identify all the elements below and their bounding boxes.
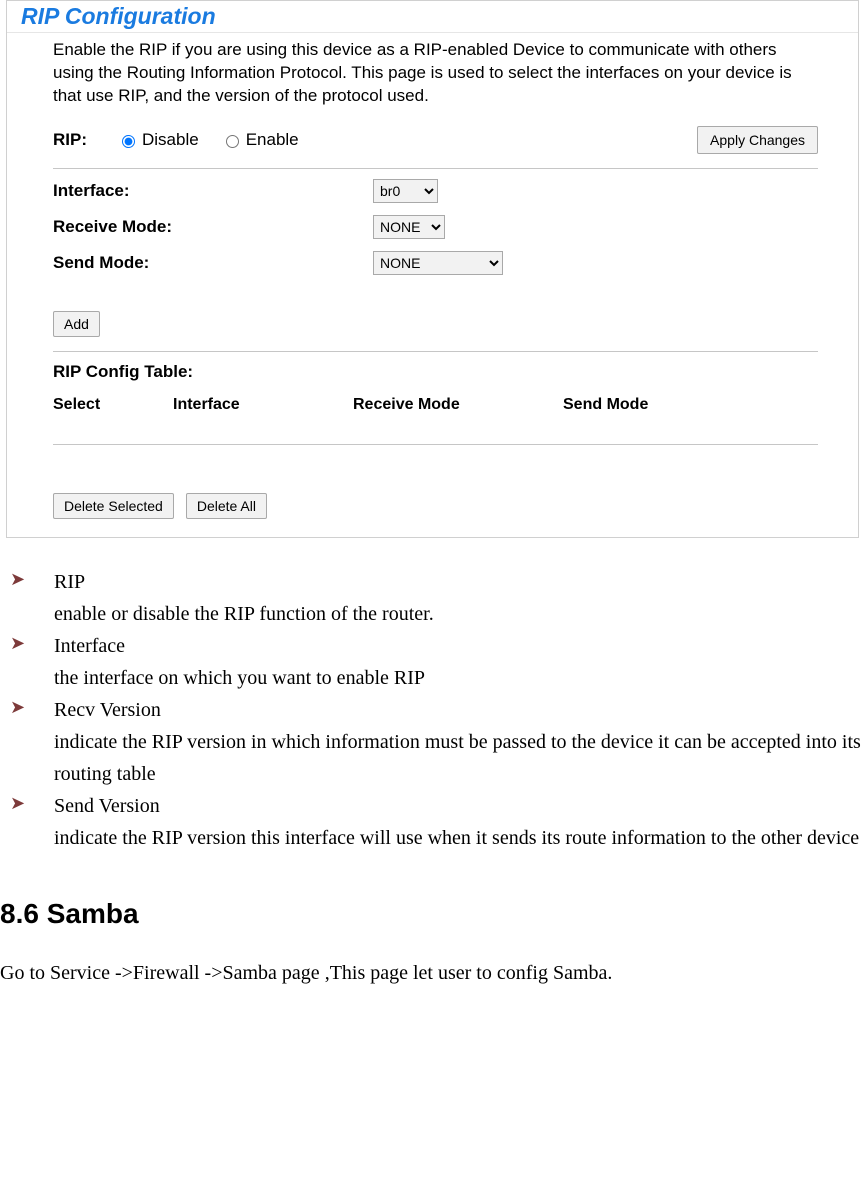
- bullet-title: Send Version: [54, 790, 861, 822]
- panel-intro-text: Enable the RIP if you are using this dev…: [53, 39, 818, 108]
- rip-disable-radio[interactable]: [122, 135, 135, 148]
- apply-changes-button[interactable]: Apply Changes: [697, 126, 818, 154]
- list-item: ➤ RIP enable or disable the RIP function…: [0, 566, 865, 630]
- rip-label: RIP:: [53, 130, 109, 150]
- receive-mode-row: Receive Mode: NONE: [53, 215, 818, 239]
- config-table-header: Select Interface Receive Mode Send Mode: [53, 396, 818, 414]
- add-button[interactable]: Add: [53, 311, 100, 337]
- interface-row: Interface: br0: [53, 179, 818, 203]
- col-interface: Interface: [173, 396, 353, 414]
- interface-select[interactable]: br0: [373, 179, 438, 203]
- divider: [53, 444, 818, 445]
- divider: [53, 351, 818, 352]
- bullet-icon: ➤: [0, 566, 54, 630]
- divider: [53, 168, 818, 169]
- send-mode-select[interactable]: NONE: [373, 251, 503, 275]
- delete-selected-button[interactable]: Delete Selected: [53, 493, 174, 519]
- delete-all-button[interactable]: Delete All: [186, 493, 267, 519]
- rip-disable-option[interactable]: Disable: [117, 130, 199, 150]
- panel-title: RIP Configuration: [7, 1, 858, 33]
- bullet-desc: the interface on which you want to enabl…: [54, 662, 861, 694]
- interface-label: Interface:: [53, 181, 373, 201]
- send-mode-row: Send Mode: NONE: [53, 251, 818, 275]
- list-item: ➤ Send Version indicate the RIP version …: [0, 790, 865, 854]
- bullet-desc: enable or disable the RIP function of th…: [54, 598, 861, 630]
- config-table-label: RIP Config Table:: [53, 362, 818, 382]
- send-mode-label: Send Mode:: [53, 253, 373, 273]
- col-receive-mode: Receive Mode: [353, 396, 563, 414]
- bullet-desc: indicate the RIP version this interface …: [54, 822, 861, 854]
- receive-mode-select[interactable]: NONE: [373, 215, 445, 239]
- bullet-title: RIP: [54, 566, 861, 598]
- col-send-mode: Send Mode: [563, 396, 648, 414]
- section-nav-text: Go to Service ->Firewall ->Samba page ,T…: [0, 958, 865, 988]
- bullet-icon: ➤: [0, 630, 54, 694]
- bullet-title: Interface: [54, 630, 861, 662]
- rip-enable-radio[interactable]: [226, 135, 239, 148]
- rip-enable-label: Enable: [246, 130, 299, 150]
- rip-config-panel: RIP Configuration Enable the RIP if you …: [6, 0, 859, 538]
- bullet-icon: ➤: [0, 694, 54, 790]
- rip-disable-label: Disable: [142, 130, 199, 150]
- col-select: Select: [53, 396, 173, 414]
- section-heading: 8.6 Samba: [0, 898, 865, 930]
- bullet-desc: indicate the RIP version in which inform…: [54, 726, 861, 790]
- list-item: ➤ Interface the interface on which you w…: [0, 630, 865, 694]
- bullet-title: Recv Version: [54, 694, 861, 726]
- receive-mode-label: Receive Mode:: [53, 217, 373, 237]
- rip-enable-option[interactable]: Enable: [221, 130, 299, 150]
- list-item: ➤ Recv Version indicate the RIP version …: [0, 694, 865, 790]
- bullet-icon: ➤: [0, 790, 54, 854]
- rip-row: RIP: Disable Enable Apply Changes: [53, 126, 818, 154]
